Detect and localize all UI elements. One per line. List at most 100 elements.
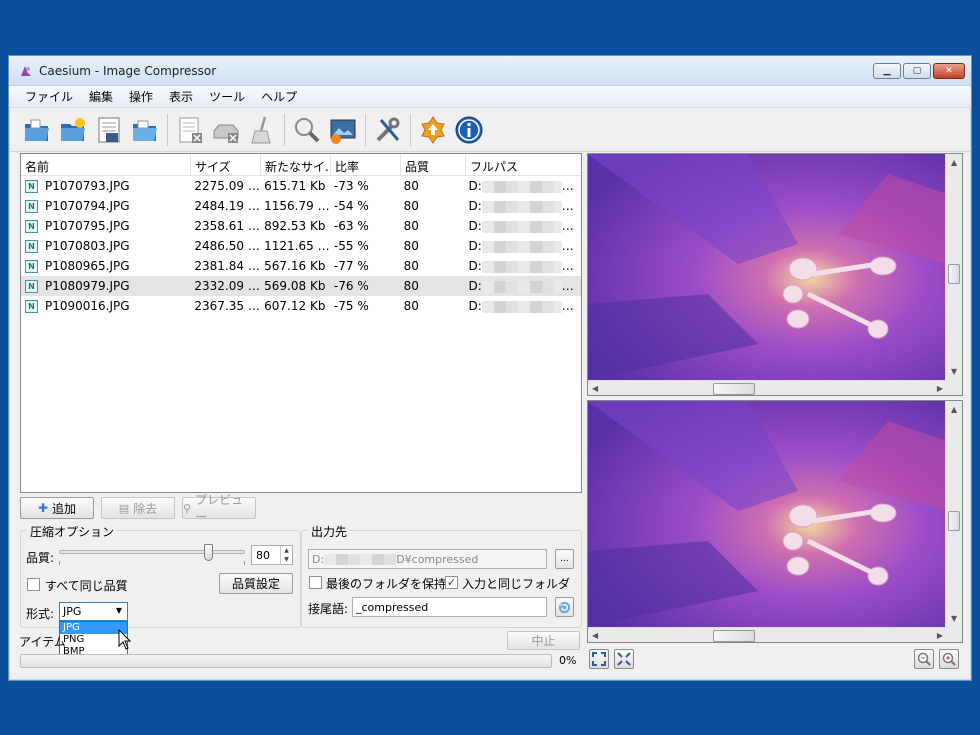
column-ratio[interactable]: 比率 <box>331 154 401 175</box>
menu-file[interactable]: ファイル <box>17 88 81 105</box>
fit-to-window-button[interactable] <box>589 649 609 669</box>
scroll-thumb[interactable] <box>948 264 960 284</box>
table-row[interactable]: N P1070794.JPG 2484.19 … 1156.79 … -54 % 80 D:… <box>21 196 581 216</box>
column-quality[interactable]: 品質 <box>401 154 466 175</box>
scroll-right-icon[interactable]: ▶ <box>937 384 943 393</box>
clear-list-icon <box>179 117 202 143</box>
scroll-thumb[interactable] <box>948 511 960 531</box>
column-size[interactable]: サイズ <box>191 154 261 175</box>
preview-button[interactable]: ⚲ プレビュー <box>182 493 256 524</box>
file-icon: N <box>25 199 38 213</box>
preview-icon <box>295 117 320 142</box>
compressed-preview[interactable]: ▲ ▼ ◀ ▶ <box>587 400 963 643</box>
keep-last-folder-label: 最後のフォルダを保持 <box>326 577 447 591</box>
table-row[interactable]: N P1070803.JPG 2486.50 … 1121.65 … -55 % 80 D:… <box>21 236 581 256</box>
title-bar: Caesium - Image Compressor ▁ ▢ ✕ <box>9 56 971 86</box>
vertical-scrollbar[interactable]: ▲ ▼ <box>945 154 962 380</box>
suffix-field[interactable]: _compressed <box>352 597 547 617</box>
file-icon: N <box>25 279 38 293</box>
format-option-png[interactable]: PNG <box>60 634 127 646</box>
add-button[interactable]: ✚ 追加 <box>20 497 94 519</box>
reset-suffix-button[interactable] <box>555 597 574 617</box>
close-button[interactable]: ✕ <box>933 63 965 79</box>
column-new-size[interactable]: 新たなサイ. <box>261 154 331 175</box>
scroll-thumb[interactable] <box>713 383 755 395</box>
menu-view[interactable]: 表示 <box>161 88 201 105</box>
maximize-button[interactable]: ▢ <box>903 63 931 79</box>
row-ratio: -73 % <box>333 179 369 193</box>
scroll-left-icon[interactable]: ◀ <box>592 384 598 393</box>
minimize-button[interactable]: ▁ <box>873 63 901 79</box>
toolbar-separator <box>410 113 411 146</box>
row-name-cell: N P1080965.JPG <box>21 259 190 273</box>
clean-button[interactable] <box>244 112 280 148</box>
stop-button[interactable]: 中止 <box>507 631 580 650</box>
about-button[interactable] <box>451 112 487 148</box>
scroll-down-icon[interactable]: ▼ <box>951 614 957 623</box>
vertical-scrollbar[interactable]: ▲ ▼ <box>945 401 962 627</box>
scroll-down-icon[interactable]: ▼ <box>951 367 957 376</box>
format-option-jpg[interactable]: JPG <box>60 622 127 634</box>
table-row[interactable]: N P1090016.JPG 2367.35 … 607.12 Kb -75 % 80 D:… <box>21 296 581 316</box>
scroll-corner <box>945 625 962 642</box>
scroll-up-icon[interactable]: ▲ <box>951 405 957 414</box>
same-quality-label: すべて同じ品質 <box>45 579 128 593</box>
preview-toolbar-button[interactable] <box>289 112 325 148</box>
actual-size-button[interactable] <box>614 649 634 669</box>
add-folder-button[interactable] <box>55 112 91 148</box>
file-list[interactable]: 名前 サイズ 新たなサイ. 比率 品質 フルパス N P1070793.JPG 22… <box>20 153 582 493</box>
menu-edit[interactable]: 編集 <box>81 88 121 105</box>
menu-operation[interactable]: 操作 <box>121 88 161 105</box>
keep-last-folder-checkbox[interactable] <box>309 576 322 589</box>
quality-label: 品質: <box>26 551 55 565</box>
open-list-button[interactable] <box>127 112 163 148</box>
format-label: 形式: <box>26 607 55 621</box>
spin-arrows[interactable]: ▲ ▼ <box>280 546 292 564</box>
settings-button[interactable] <box>370 112 406 148</box>
scroll-right-icon[interactable]: ▶ <box>937 631 943 640</box>
column-name[interactable]: 名前 <box>21 154 191 175</box>
format-select[interactable]: JPG ▼ <box>59 602 128 621</box>
image-settings-button[interactable] <box>325 112 361 148</box>
row-name-cell: N P1070803.JPG <box>21 239 190 253</box>
remove-button[interactable]: ▤ 除去 <box>101 497 175 519</box>
quality-spinbox[interactable]: 80 ▲ ▼ <box>251 545 293 565</box>
file-icon: N <box>25 299 38 313</box>
same-as-input-checkbox[interactable]: ✓ <box>445 576 458 589</box>
checkmark-icon: ✓ <box>446 576 457 589</box>
menu-tools[interactable]: ツール <box>201 88 253 105</box>
file-name: P1070795.JPG <box>45 219 130 233</box>
horizontal-scrollbar[interactable]: ◀ ▶ <box>588 627 947 642</box>
quality-slider[interactable] <box>59 544 245 566</box>
close-icon: ✕ <box>945 66 953 76</box>
zoom-in-button[interactable] <box>939 649 959 669</box>
table-row[interactable]: N P1070795.JPG 2358.61 … 892.53 Kb -63 % 80 D:… <box>21 216 581 236</box>
slider-thumb[interactable] <box>203 544 213 561</box>
same-quality-checkbox[interactable] <box>27 578 40 591</box>
zoom-out-button[interactable] <box>914 649 934 669</box>
row-new-size: 1121.65 … <box>264 239 330 253</box>
clear-list-button[interactable] <box>172 112 208 148</box>
scroll-up-icon[interactable]: ▲ <box>951 158 957 167</box>
horizontal-scrollbar[interactable]: ◀ ▶ <box>588 380 947 395</box>
save-list-button[interactable] <box>91 112 127 148</box>
table-row[interactable]: N P1080965.JPG 2381.84 … 567.16 Kb -77 % 80 D:… <box>21 256 581 276</box>
scroll-thumb[interactable] <box>713 630 755 642</box>
original-preview[interactable]: ▲ ▼ ◀ ▶ <box>587 153 963 396</box>
stop-button-label: 中止 <box>531 634 556 648</box>
output-folder-field[interactable]: D: D¥compressed <box>308 549 547 569</box>
table-row[interactable]: N P1070793.JPG 2275.09 … 615.71 Kb -73 % 80 D:… <box>21 176 581 196</box>
check-update-button[interactable] <box>415 112 451 148</box>
quality-value: 80 <box>256 548 270 562</box>
quality-settings-button[interactable]: 品質設定 <box>219 573 293 594</box>
browse-button[interactable]: ... <box>555 549 574 569</box>
menu-help[interactable]: ヘルプ <box>253 88 305 105</box>
fit-window-icon <box>592 652 606 666</box>
column-full-path[interactable]: フルパス <box>466 154 581 175</box>
image-settings-icon <box>330 119 356 144</box>
scroll-left-icon[interactable]: ◀ <box>592 631 598 640</box>
row-name-cell: N P1080979.JPG <box>21 279 190 293</box>
remove-drive-button[interactable] <box>208 112 244 148</box>
open-button[interactable] <box>19 112 55 148</box>
table-row[interactable]: N P1080979.JPG 2332.09 … 569.08 Kb -76 % 80 D:… <box>21 276 581 296</box>
